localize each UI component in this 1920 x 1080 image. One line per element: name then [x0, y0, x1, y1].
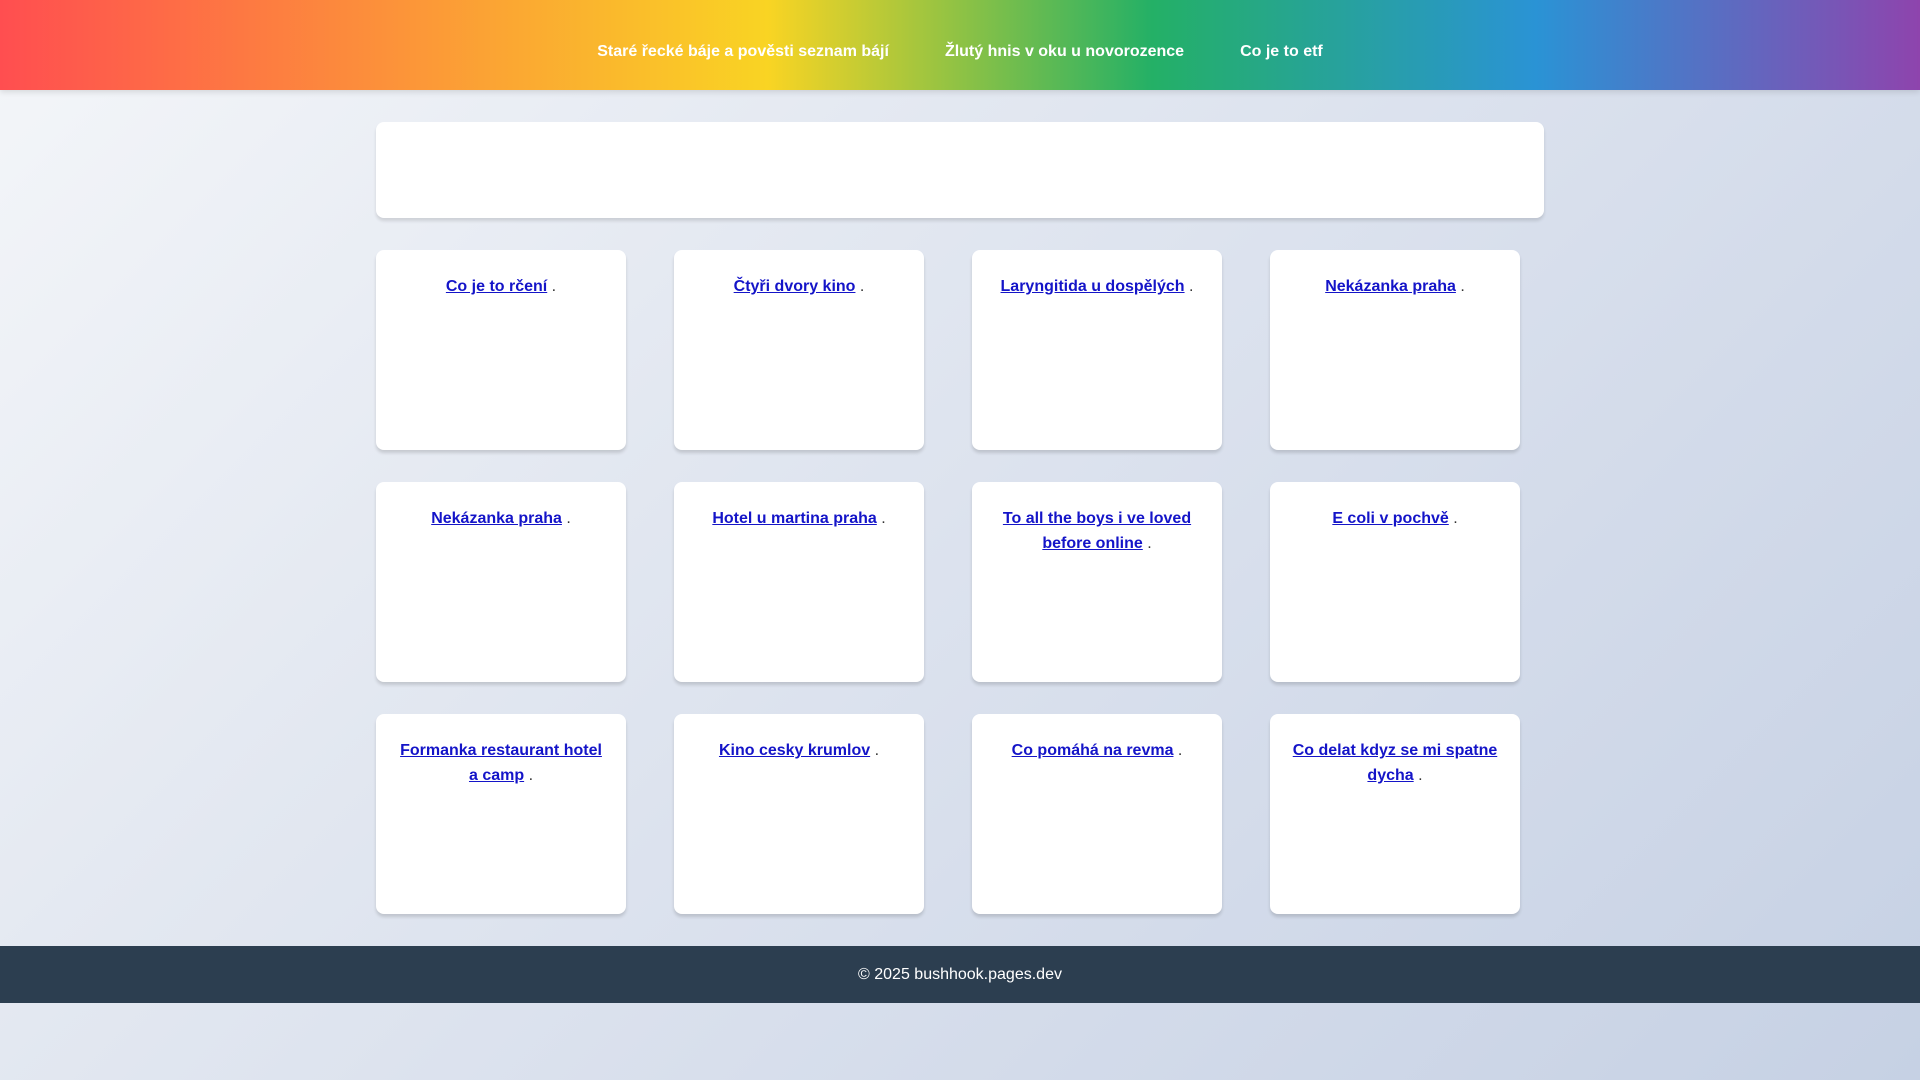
card: Co pomáhá na revma .: [972, 714, 1222, 914]
top-navigation: Staré řecké báje a pověsti seznam bájí Ž…: [0, 0, 1920, 90]
card: Laryngitida u dospělých .: [972, 250, 1222, 450]
card: To all the boys i ve loved before online…: [972, 482, 1222, 682]
card-link[interactable]: Hotel u martina praha: [712, 510, 876, 527]
footer-copyright: © 2025 bushhook.pages.dev: [858, 965, 1062, 983]
card-suffix: .: [1142, 535, 1152, 552]
card-suffix: .: [547, 278, 557, 295]
card: Kino cesky krumlov .: [674, 714, 924, 914]
banner-panel: [376, 122, 1544, 218]
card: E coli v pochvě .: [1270, 482, 1520, 682]
card-link[interactable]: Nekázanka praha: [431, 510, 562, 527]
card-link[interactable]: Formanka restaurant hotel a camp: [400, 742, 602, 784]
card: Čtyři dvory kino .: [674, 250, 924, 450]
nav-link-newborn-eye[interactable]: Žlutý hnis v oku u novorozence: [945, 43, 1184, 61]
card: Hotel u martina praha .: [674, 482, 924, 682]
card-suffix: .: [1448, 510, 1458, 527]
card: Nekázanka praha .: [376, 482, 626, 682]
card-suffix: .: [1413, 767, 1423, 784]
card: Co delat kdyz se mi spatne dycha .: [1270, 714, 1520, 914]
nav-link-greek-myths[interactable]: Staré řecké báje a pověsti seznam bájí: [597, 43, 889, 61]
card: Co je to rčení .: [376, 250, 626, 450]
card-link[interactable]: Co pomáhá na revma: [1012, 742, 1174, 759]
card-suffix: .: [855, 278, 865, 295]
card-link[interactable]: Laryngitida u dospělých: [1001, 278, 1185, 295]
site-footer: © 2025 bushhook.pages.dev: [0, 946, 1920, 1003]
card-suffix: .: [1184, 278, 1194, 295]
card-suffix: .: [1455, 278, 1465, 295]
card: Nekázanka praha .: [1270, 250, 1520, 450]
card-suffix: .: [524, 767, 534, 784]
card-link[interactable]: Čtyři dvory kino: [734, 278, 856, 295]
card-link[interactable]: Co je to rčení: [446, 278, 547, 295]
card-suffix: .: [870, 742, 880, 759]
nav-link-etf[interactable]: Co je to etf: [1240, 43, 1323, 61]
card-grid: Co je to rčení . Čtyři dvory kino . Lary…: [376, 250, 1520, 914]
card-link[interactable]: E coli v pochvě: [1332, 510, 1448, 527]
card-link[interactable]: To all the boys i ve loved before online: [1003, 510, 1191, 552]
card-suffix: .: [1173, 742, 1183, 759]
nav-links: Staré řecké báje a pověsti seznam bájí Ž…: [597, 29, 1323, 61]
card: Formanka restaurant hotel a camp .: [376, 714, 626, 914]
card-link[interactable]: Kino cesky krumlov: [719, 742, 870, 759]
card-suffix: .: [561, 510, 571, 527]
card-suffix: .: [876, 510, 886, 527]
card-link[interactable]: Co delat kdyz se mi spatne dycha: [1293, 742, 1498, 784]
card-link[interactable]: Nekázanka praha: [1325, 278, 1456, 295]
